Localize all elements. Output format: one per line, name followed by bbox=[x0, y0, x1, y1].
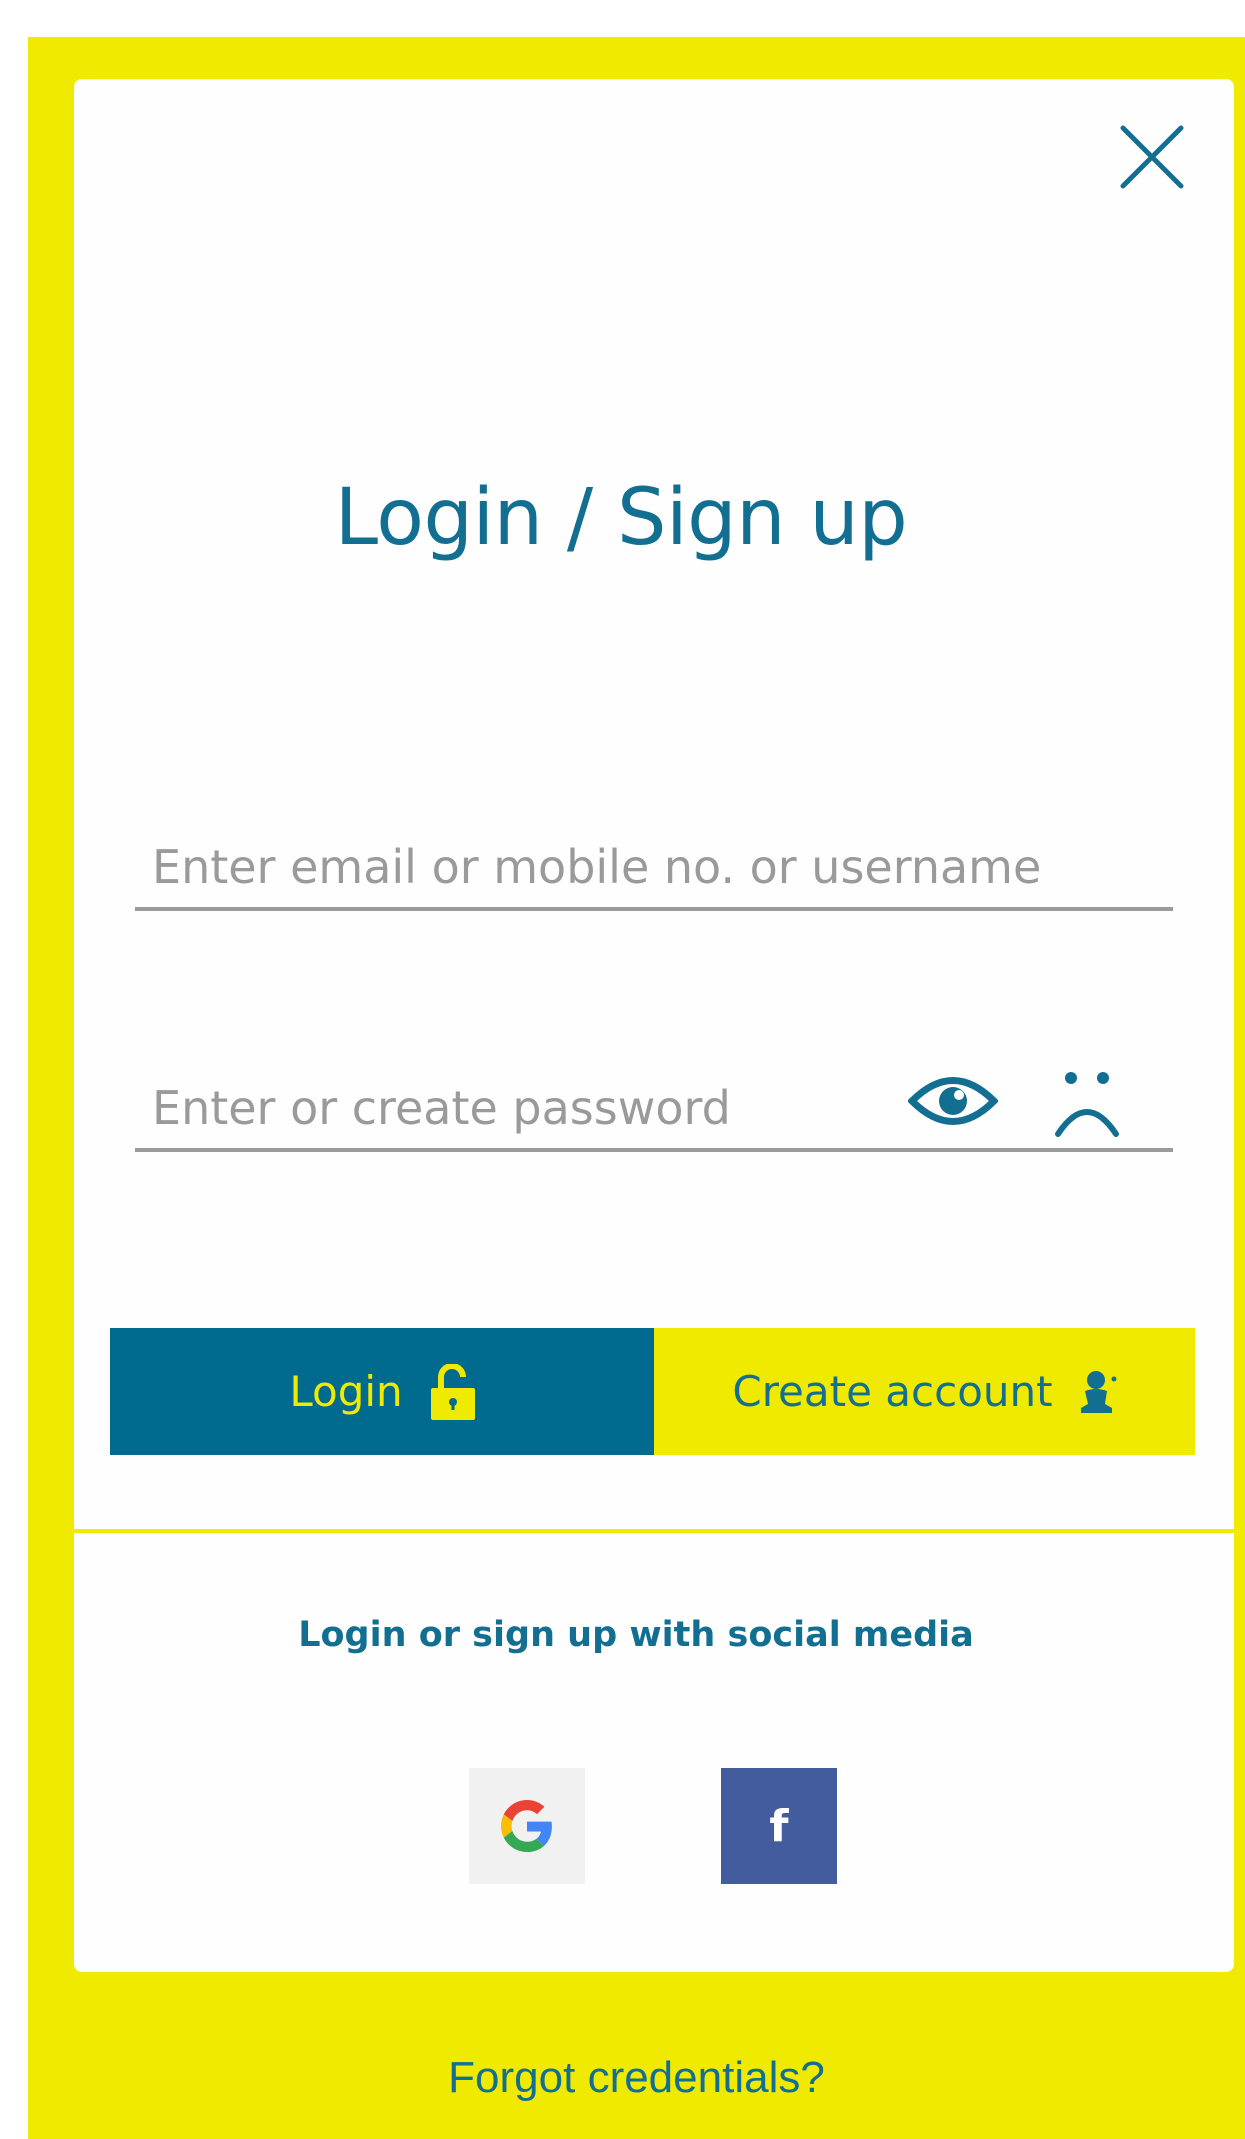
section-divider bbox=[74, 1529, 1234, 1533]
password-input[interactable] bbox=[135, 1068, 895, 1148]
unlock-icon bbox=[430, 1363, 475, 1420]
dialog-title: Login / Sign up bbox=[334, 473, 908, 563]
close-icon bbox=[1120, 125, 1184, 189]
login-button[interactable]: Login bbox=[110, 1328, 654, 1455]
sad-face-icon bbox=[1055, 1072, 1119, 1137]
close-button[interactable] bbox=[1117, 122, 1187, 192]
social-login-heading: Login or sign up with social media bbox=[298, 1615, 974, 1655]
show-password-button[interactable] bbox=[907, 1066, 999, 1136]
eye-icon bbox=[907, 1077, 999, 1125]
password-field-wrapper bbox=[135, 1068, 1173, 1152]
facebook-login-button[interactable]: f bbox=[721, 1768, 837, 1884]
facebook-icon: f bbox=[769, 1800, 789, 1852]
user-icon bbox=[1080, 1370, 1117, 1413]
email-input[interactable] bbox=[135, 827, 1173, 907]
forgot-credentials-link[interactable]: Forgot credentials? bbox=[28, 2053, 1245, 2103]
google-login-button[interactable] bbox=[469, 1768, 585, 1884]
google-icon bbox=[501, 1800, 552, 1852]
login-button-label: Login bbox=[289, 1367, 403, 1416]
login-dialog bbox=[74, 79, 1234, 1972]
password-strength-indicator bbox=[1052, 1066, 1122, 1142]
email-field-wrapper bbox=[135, 827, 1173, 911]
create-account-button-label: Create account bbox=[732, 1367, 1053, 1416]
create-account-button[interactable]: Create account bbox=[654, 1328, 1195, 1455]
